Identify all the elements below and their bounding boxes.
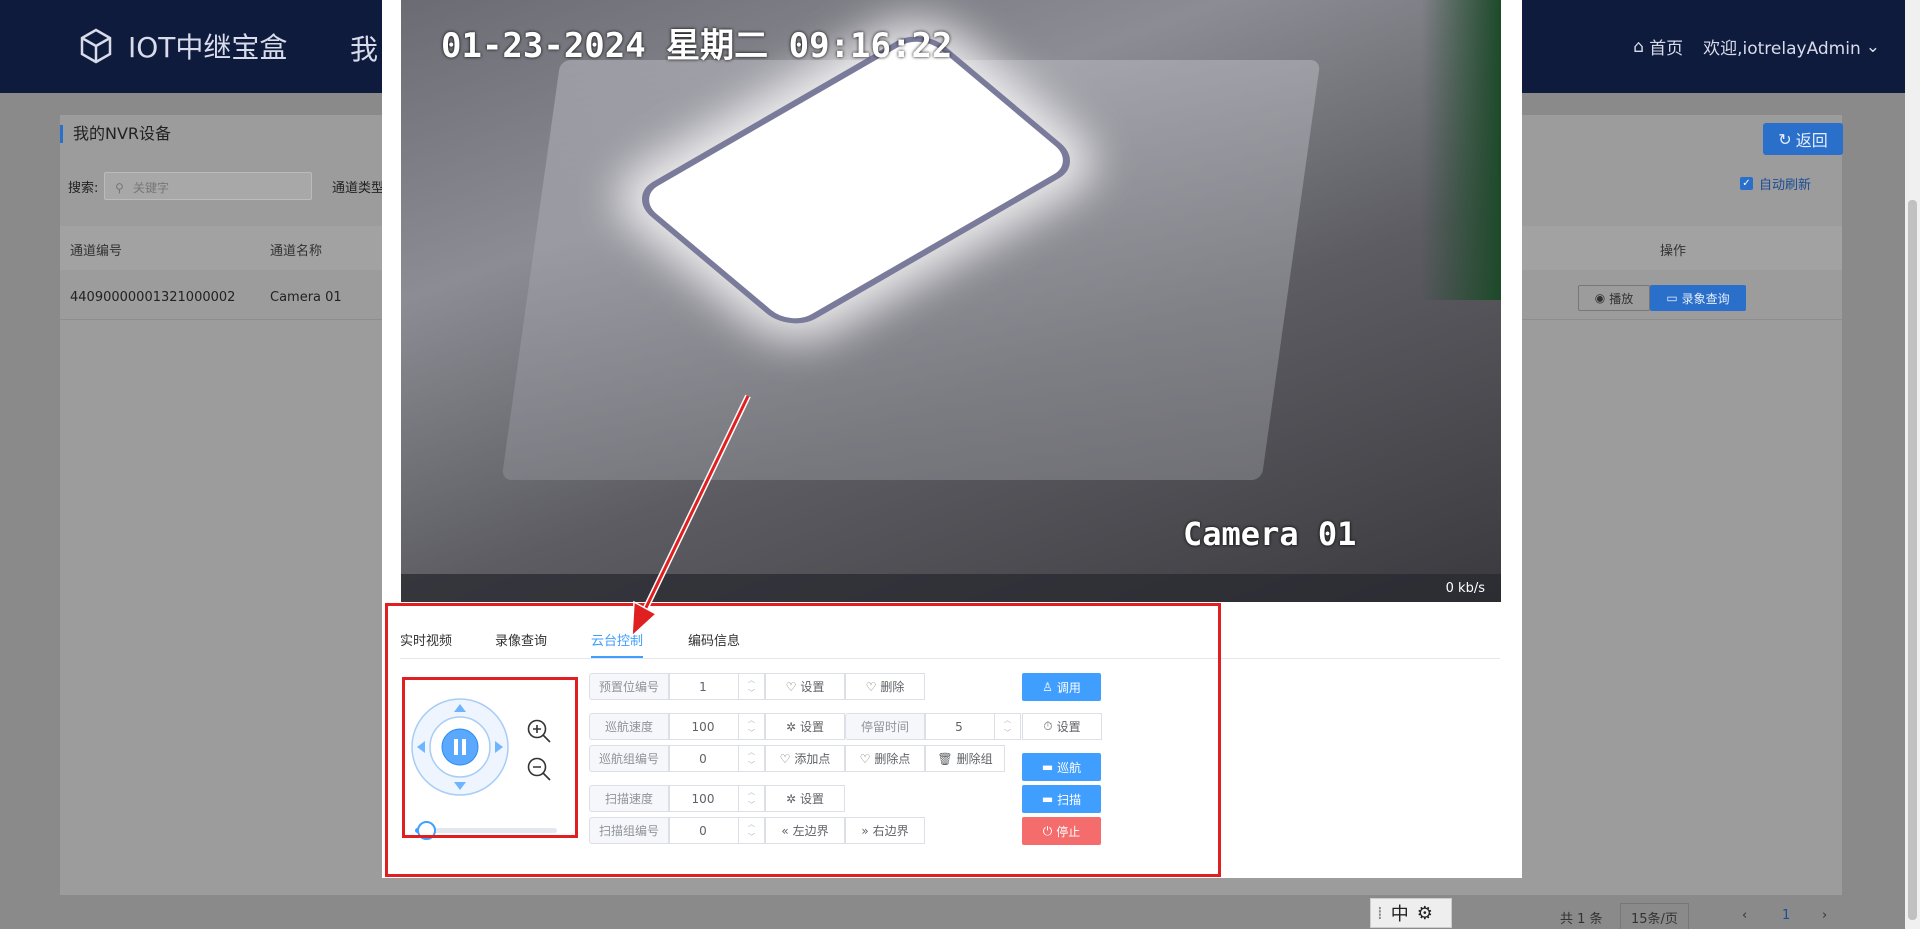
ime-toolbar[interactable]: ⁞ 中 ⚙: [1370, 898, 1452, 928]
video-status-bar: 0 kb/s: [401, 574, 1501, 602]
pager-total: 共 1 条: [1560, 912, 1603, 927]
home-icon: ⌂: [1633, 36, 1645, 57]
play-label: 播放: [1609, 291, 1634, 306]
ime-handle-icon: ⁞: [1377, 902, 1383, 924]
page-scrollbar[interactable]: [1905, 0, 1920, 929]
welcome-text: 欢迎,iotrelayAdmin: [1703, 39, 1861, 59]
column-header: 通道编号: [70, 244, 123, 259]
home-link[interactable]: ⌂ 首页: [1633, 34, 1684, 60]
auto-refresh-label: 自动刷新: [1759, 178, 1812, 193]
cell-channel-id: 44090000001321000002: [70, 290, 236, 305]
cube-logo-icon: [80, 28, 112, 64]
chevron-down-icon: ⌄: [1865, 36, 1880, 57]
cell-channel-name: Camera 01: [270, 290, 342, 305]
refresh-icon: ↻: [1778, 129, 1792, 149]
next-page-button[interactable]: ›: [1822, 908, 1827, 923]
search-placeholder: 关键字: [133, 181, 170, 195]
play-icon: ◉: [1594, 291, 1606, 305]
video-frame: [1421, 0, 1501, 300]
checkbox-checked-icon: ✓: [1740, 177, 1753, 190]
prev-page-button[interactable]: ‹: [1742, 908, 1747, 923]
back-label: 返回: [1795, 131, 1828, 150]
auto-refresh-checkbox[interactable]: ✓ 自动刷新: [1740, 174, 1811, 193]
record-query-button[interactable]: ▭ 录象查询: [1650, 285, 1746, 311]
video-icon: ▭: [1666, 291, 1678, 305]
bitrate-text: 0 kb/s: [1445, 581, 1485, 596]
column-header: 操作: [1660, 244, 1687, 259]
app-title: IOT中继宝盒: [128, 31, 288, 64]
video-player[interactable]: 01-23-2024 星期二 09:16:22 Camera 01 0 kb/s: [401, 0, 1501, 602]
current-page[interactable]: 1: [1782, 908, 1790, 923]
back-button[interactable]: ↻ 返回: [1763, 123, 1843, 155]
user-menu[interactable]: 欢迎,iotrelayAdmin ⌄: [1703, 34, 1880, 60]
nav-item[interactable]: 我: [350, 28, 378, 68]
brand[interactable]: IOT中继宝盒: [76, 26, 287, 66]
video-timestamp: 01-23-2024 星期二 09:16:22: [441, 26, 953, 66]
search-icon: ⚲: [115, 181, 124, 195]
column-header: 通道名称: [270, 244, 323, 259]
annotation-arrow-icon: [631, 394, 751, 638]
video-camera-label: Camera 01: [1183, 515, 1357, 553]
channel-type-label: 通道类型: [332, 181, 385, 196]
page-size-select[interactable]: 15条/页: [1620, 903, 1689, 929]
gear-icon[interactable]: ⚙: [1417, 903, 1433, 924]
search-label: 搜索:: [68, 181, 99, 196]
annotation-box-direction-pad: [402, 677, 578, 838]
scrollbar-thumb[interactable]: [1908, 200, 1917, 920]
home-label: 首页: [1649, 39, 1684, 59]
ime-mode[interactable]: 中: [1391, 900, 1409, 926]
search-input[interactable]: ⚲ 关键字: [104, 172, 312, 200]
play-button[interactable]: ◉ 播放: [1578, 285, 1650, 311]
record-label: 录象查询: [1681, 291, 1730, 306]
page-title: 我的NVR设备: [60, 125, 171, 143]
